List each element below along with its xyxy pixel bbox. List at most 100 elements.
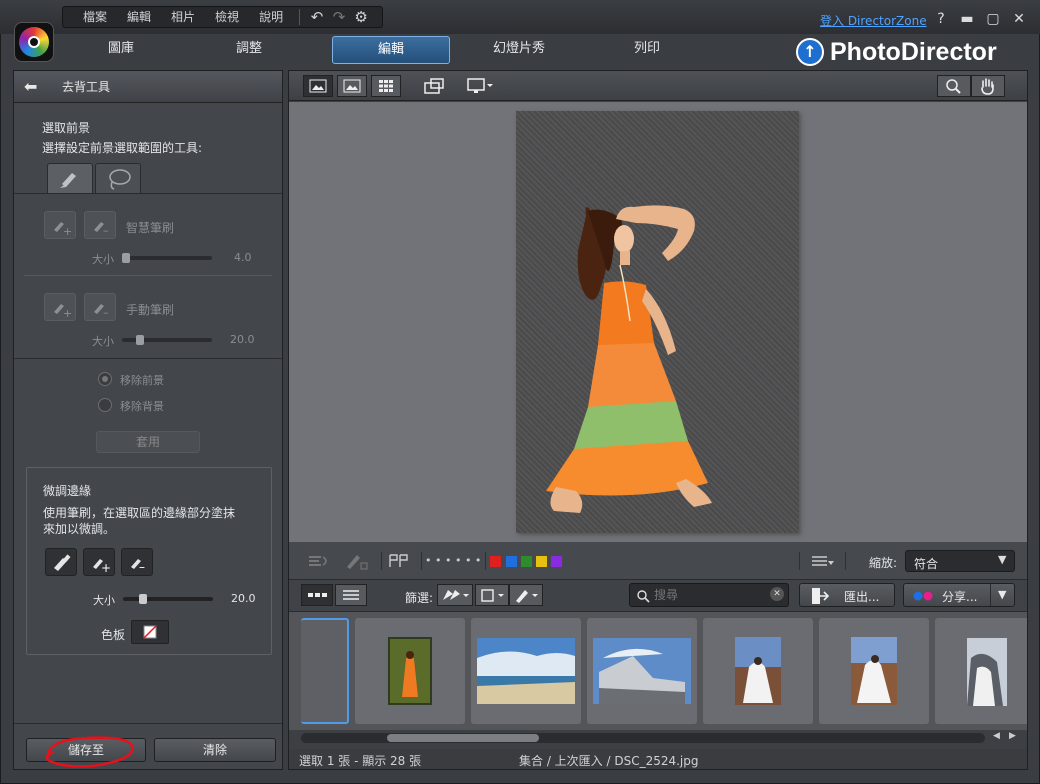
tab-lasso-mode[interactable] bbox=[95, 163, 141, 193]
export-label: 匯出... bbox=[844, 590, 880, 604]
filter-label: 篩選: bbox=[405, 591, 434, 605]
filter-color-dropdown[interactable] bbox=[475, 584, 509, 606]
help-icon[interactable]: ? bbox=[932, 10, 950, 28]
thumbnail-beach[interactable] bbox=[471, 618, 581, 724]
color-label-green[interactable] bbox=[521, 556, 532, 567]
view-single-button[interactable] bbox=[337, 75, 367, 97]
tab-brush-mode[interactable] bbox=[47, 163, 93, 193]
cutout-tool-panel: ⬅ 去背工具 選取前景 選擇設定前景選取範圍的工具: + – 智慧筆刷 大小 4… bbox=[13, 70, 283, 770]
zoom-label: 縮放: bbox=[869, 556, 898, 570]
display-monitor-icon[interactable] bbox=[465, 76, 495, 98]
mode-tabs: 圖庫 調整 編輯 幻燈片秀 列印 bbox=[62, 36, 706, 64]
eraser-brush-icon bbox=[54, 554, 71, 571]
smart-brush-add-button[interactable]: + bbox=[44, 211, 76, 239]
search-input[interactable] bbox=[654, 586, 764, 604]
chevron-down-icon[interactable]: ▼ bbox=[998, 588, 1006, 601]
flag-icons[interactable] bbox=[387, 551, 413, 571]
smart-brush-size-value: 4.0 bbox=[234, 251, 252, 264]
woman-figure-cutout bbox=[546, 205, 712, 513]
thumbnail-woman-orange-dress[interactable] bbox=[355, 618, 465, 724]
rotate-view-icon[interactable] bbox=[421, 76, 447, 98]
divider bbox=[24, 275, 272, 276]
minimize-icon[interactable]: ▬ bbox=[958, 10, 976, 28]
manual-brush-subtract-button[interactable]: – bbox=[84, 293, 116, 321]
scroll-left-icon[interactable]: ◀ bbox=[993, 731, 1000, 741]
single-view-icon bbox=[343, 79, 361, 93]
scrollbar-thumb[interactable] bbox=[387, 734, 539, 742]
menu-help[interactable]: 說明 bbox=[249, 7, 293, 27]
star-rating-dots[interactable]: • • • • • • bbox=[425, 554, 481, 567]
manual-brush-add-button[interactable]: + bbox=[44, 293, 76, 321]
slider-knob[interactable] bbox=[139, 594, 147, 604]
directorzone-login-link[interactable]: 登入 DirectorZone bbox=[820, 12, 927, 29]
pan-tool-button[interactable] bbox=[971, 75, 1005, 97]
zoom-select[interactable]: 符合 ▼ bbox=[905, 550, 1015, 572]
filmstrip-list-view-button[interactable] bbox=[335, 584, 367, 606]
remove-bg-radio[interactable] bbox=[98, 398, 112, 412]
thumbnail-bride-2[interactable] bbox=[819, 618, 929, 724]
menu-file[interactable]: 檔案 bbox=[73, 7, 117, 27]
share-button[interactable]: 分享... ▼ bbox=[903, 583, 1015, 607]
manual-brush-size-label: 大小 bbox=[92, 335, 114, 348]
view-single-compare-button[interactable] bbox=[303, 75, 333, 97]
search-icon bbox=[637, 590, 650, 603]
smart-brush-size-slider[interactable] bbox=[122, 253, 212, 263]
palette-color-button[interactable] bbox=[131, 620, 169, 644]
select-fg-desc: 選擇設定前景選取範圍的工具: bbox=[42, 141, 203, 155]
filter-edited-dropdown[interactable] bbox=[509, 584, 543, 606]
thumbnail-bride-1[interactable] bbox=[703, 618, 813, 724]
clear-button[interactable]: 清除 bbox=[154, 738, 276, 762]
thumbnail-building[interactable] bbox=[587, 618, 697, 724]
thumbnail-selected[interactable] bbox=[301, 618, 349, 724]
edit-pencil-icon[interactable] bbox=[343, 551, 369, 571]
refine-size-slider[interactable] bbox=[123, 594, 213, 604]
refine-heading: 微調邊緣 bbox=[43, 484, 92, 498]
redo-icon[interactable]: ↷ bbox=[328, 8, 350, 26]
tab-library[interactable]: 圖庫 bbox=[62, 36, 180, 64]
color-label-blue[interactable] bbox=[506, 556, 517, 567]
tab-print[interactable]: 列印 bbox=[588, 36, 706, 64]
undo-icon[interactable]: ↶ bbox=[306, 8, 328, 26]
view-grid-button[interactable] bbox=[371, 75, 401, 97]
magnifier-icon bbox=[946, 79, 961, 94]
thumbnail-partial[interactable] bbox=[935, 618, 1027, 724]
smart-brush-subtract-button[interactable]: – bbox=[84, 211, 116, 239]
settings-gear-icon[interactable]: ⚙ bbox=[350, 8, 372, 26]
close-icon[interactable]: ✕ bbox=[1010, 10, 1028, 28]
maximize-icon[interactable]: ▢ bbox=[984, 10, 1002, 28]
menu-edit[interactable]: 編輯 bbox=[117, 7, 161, 27]
menu-view[interactable]: 檢視 bbox=[205, 7, 249, 27]
color-label-red[interactable] bbox=[490, 556, 501, 567]
no-color-icon bbox=[143, 625, 157, 639]
refine-size-label: 大小 bbox=[93, 594, 115, 607]
color-label-purple[interactable] bbox=[551, 556, 562, 567]
filter-flag-dropdown[interactable] bbox=[437, 584, 473, 606]
export-button[interactable]: 匯出... bbox=[799, 583, 895, 607]
remove-fg-radio[interactable] bbox=[98, 372, 112, 386]
slider-knob[interactable] bbox=[122, 253, 130, 263]
app-logo bbox=[14, 22, 54, 62]
sort-list-icon[interactable] bbox=[809, 552, 835, 572]
refine-brush-add-button[interactable]: + bbox=[83, 548, 115, 576]
tab-edit[interactable]: 編輯 bbox=[332, 36, 450, 64]
apply-button[interactable]: 套用 bbox=[96, 431, 200, 453]
manual-brush-size-slider[interactable] bbox=[122, 335, 212, 345]
slider-knob[interactable] bbox=[136, 335, 144, 345]
color-label-yellow[interactable] bbox=[536, 556, 547, 567]
filmstrip-thumb-view-button[interactable] bbox=[301, 584, 333, 606]
clear-search-icon[interactable]: ✕ bbox=[770, 587, 784, 601]
tab-adjust[interactable]: 調整 bbox=[190, 36, 308, 64]
refine-brush-subtract-button[interactable]: – bbox=[121, 548, 153, 576]
back-arrow-icon[interactable]: ⬅ bbox=[24, 77, 48, 96]
zoom-tool-button[interactable] bbox=[937, 75, 971, 97]
filmstrip-scrollbar[interactable] bbox=[301, 733, 985, 743]
photo-canvas[interactable] bbox=[289, 102, 1027, 542]
tab-slideshow[interactable]: 幻燈片秀 bbox=[460, 36, 578, 64]
refine-eraser-button[interactable] bbox=[45, 548, 77, 576]
menu-photo[interactable]: 相片 bbox=[161, 7, 205, 27]
rotate-icon[interactable] bbox=[305, 551, 331, 571]
menu-separator bbox=[299, 9, 301, 25]
panel-title: 去背工具 bbox=[62, 80, 111, 94]
scroll-right-icon[interactable]: ▶ bbox=[1009, 731, 1016, 741]
chevron-down-icon: ▼ bbox=[998, 553, 1007, 566]
